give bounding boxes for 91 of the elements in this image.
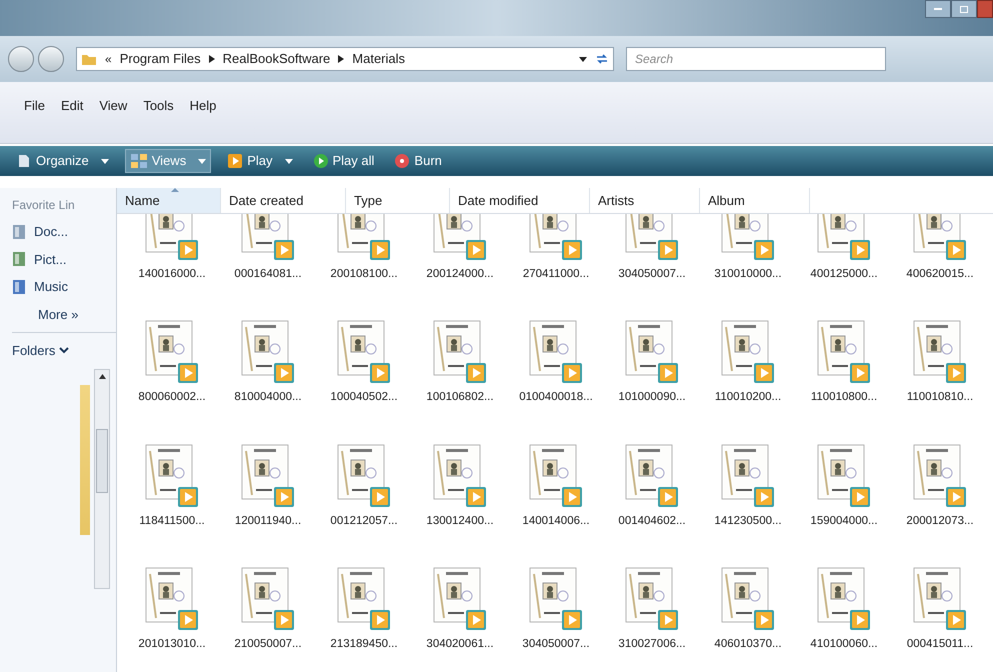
- toolbar-button[interactable]: Views: [124, 149, 212, 173]
- minimize-button[interactable]: [925, 0, 951, 18]
- vertical-scrollbar[interactable]: [94, 368, 110, 588]
- caret-icon: [284, 158, 292, 164]
- forward-button[interactable]: [38, 46, 64, 72]
- disc-icon: [394, 153, 410, 169]
- thumbnail-tile[interactable]: 200124000...: [417, 214, 503, 284]
- breadcrumb-item[interactable]: Materials: [352, 49, 406, 69]
- thumbnail-tile[interactable]: 270411000...: [513, 214, 599, 284]
- menu-item[interactable]: Help: [190, 96, 216, 116]
- folders-heading[interactable]: Folders: [12, 341, 56, 360]
- thumbnail-tile[interactable]: 200012073...: [897, 416, 983, 530]
- thumbnail-tile[interactable]: 304020061...: [417, 540, 503, 653]
- thumbnail-tile[interactable]: 100040502...: [321, 293, 407, 406]
- menu-item[interactable]: Tools: [143, 96, 174, 116]
- favorite-link[interactable]: Music: [12, 277, 116, 296]
- column-header[interactable]: Type: [346, 188, 450, 213]
- thumbnail-tile[interactable]: 118411500...: [129, 416, 215, 530]
- caret-icon: [198, 158, 206, 164]
- scroll-up-icon: [98, 374, 106, 378]
- music-library-icon: [12, 278, 26, 295]
- thumbnail-tile[interactable]: 310027006...: [609, 540, 695, 653]
- column-header[interactable]: Date modified: [450, 188, 590, 213]
- thumbnail-tile[interactable]: 304050007...: [513, 540, 599, 653]
- thumbnail-tile[interactable]: 130012400...: [417, 416, 503, 530]
- toolbar-button[interactable]: Play: [223, 149, 296, 173]
- breadcrumb-item[interactable]: RealBookSoftware: [222, 49, 330, 69]
- thumbnail-tile[interactable]: 110010800...: [801, 293, 887, 406]
- scroll-thumb[interactable]: [96, 428, 108, 492]
- thumbnail-tile[interactable]: 200108100...: [321, 214, 407, 284]
- toolbar-button[interactable]: Organize: [12, 149, 113, 173]
- column-header[interactable]: Album: [700, 188, 810, 213]
- thumbnail-tile[interactable]: 304050007...: [609, 214, 695, 284]
- thumbnail-tile[interactable]: 000415011...: [897, 540, 983, 653]
- thumbnail-tile[interactable]: 400620015...: [897, 214, 983, 284]
- chevron-down-icon: [59, 346, 70, 355]
- favorite-links-heading: Favorite Lin: [12, 197, 76, 214]
- column-header[interactable]: Name: [117, 188, 221, 213]
- menu-item[interactable]: View: [99, 96, 128, 116]
- column-header[interactable]: Artists: [590, 188, 700, 213]
- sort-arrow-icon: [171, 188, 179, 192]
- thumbnail-tile[interactable]: 410100060...: [801, 540, 887, 653]
- thumbnail-tile[interactable]: 159004000...: [801, 416, 887, 530]
- thumbnail-tile[interactable]: 406010370...: [705, 540, 791, 653]
- documents-library-icon: [12, 224, 26, 240]
- thumbnail-tile[interactable]: 0100400018...: [513, 293, 599, 406]
- menu-item[interactable]: File: [24, 96, 45, 116]
- dropdown-caret-icon[interactable]: [579, 56, 587, 62]
- thumbnail-tile[interactable]: 400125000...: [801, 214, 887, 284]
- play-icon: [227, 153, 244, 169]
- favorite-link[interactable]: Doc...: [12, 222, 116, 242]
- document-icon: [16, 153, 32, 169]
- address-field[interactable]: « Program Files RealBookSoftware Materials: [76, 47, 614, 71]
- thumbnail-tile[interactable]: 141230500...: [705, 416, 791, 530]
- play-circle-icon: [312, 153, 328, 169]
- maximize-icon: [960, 6, 968, 12]
- menu-item[interactable]: Edit: [60, 96, 84, 116]
- refresh-icon[interactable]: [595, 52, 609, 66]
- thumbnail-tile[interactable]: 001212057...: [321, 416, 407, 530]
- toolbar-button[interactable]: Burn: [390, 149, 446, 173]
- thumbnail-tile[interactable]: 210050007...: [225, 540, 311, 653]
- thumbnail-tile[interactable]: 000164081...: [225, 214, 311, 284]
- thumbnail-tile[interactable]: 101000090...: [609, 293, 695, 406]
- toolbar-button[interactable]: Play all: [308, 149, 378, 173]
- caret-icon: [100, 158, 109, 164]
- more-link[interactable]: More »: [12, 304, 116, 324]
- thumbnail-tile[interactable]: 120011940...: [225, 416, 311, 530]
- thumbnail-tile[interactable]: 140016000...: [129, 214, 215, 284]
- grid-view-icon: [130, 153, 148, 169]
- search-field[interactable]: Search: [626, 47, 886, 71]
- maximize-button[interactable]: [951, 0, 977, 18]
- thumbnail-tile[interactable]: 310010000...: [705, 214, 791, 284]
- close-button[interactable]: [977, 0, 993, 18]
- pictures-library-icon: [12, 251, 26, 268]
- thumbnail-tile[interactable]: 213189450...: [321, 540, 407, 653]
- thumbnail-tile[interactable]: 800060002...: [129, 293, 215, 406]
- thumbnail-tile[interactable]: 810004000...: [225, 293, 311, 406]
- minimize-icon: [934, 8, 942, 10]
- thumbnail-tile[interactable]: 110010200...: [705, 293, 791, 406]
- thumbnail-tile[interactable]: 001404602...: [609, 416, 695, 530]
- favorite-link[interactable]: Pict...: [12, 250, 116, 269]
- breadcrumb-separator-icon: [338, 55, 344, 63]
- thumbnail-tile[interactable]: 110010810...: [897, 293, 983, 406]
- breadcrumb-separator-icon: [208, 55, 215, 63]
- overflow-chevron[interactable]: «: [105, 50, 112, 68]
- column-header[interactable]: Date created: [221, 188, 346, 213]
- back-button[interactable]: [8, 46, 34, 72]
- thumbnail-tile[interactable]: 140014006...: [513, 416, 599, 530]
- thumbnail-tile[interactable]: 201013010...: [129, 540, 215, 653]
- thumbnail-tile[interactable]: 100106802...: [417, 293, 503, 406]
- breadcrumb-item[interactable]: Program Files: [120, 49, 201, 69]
